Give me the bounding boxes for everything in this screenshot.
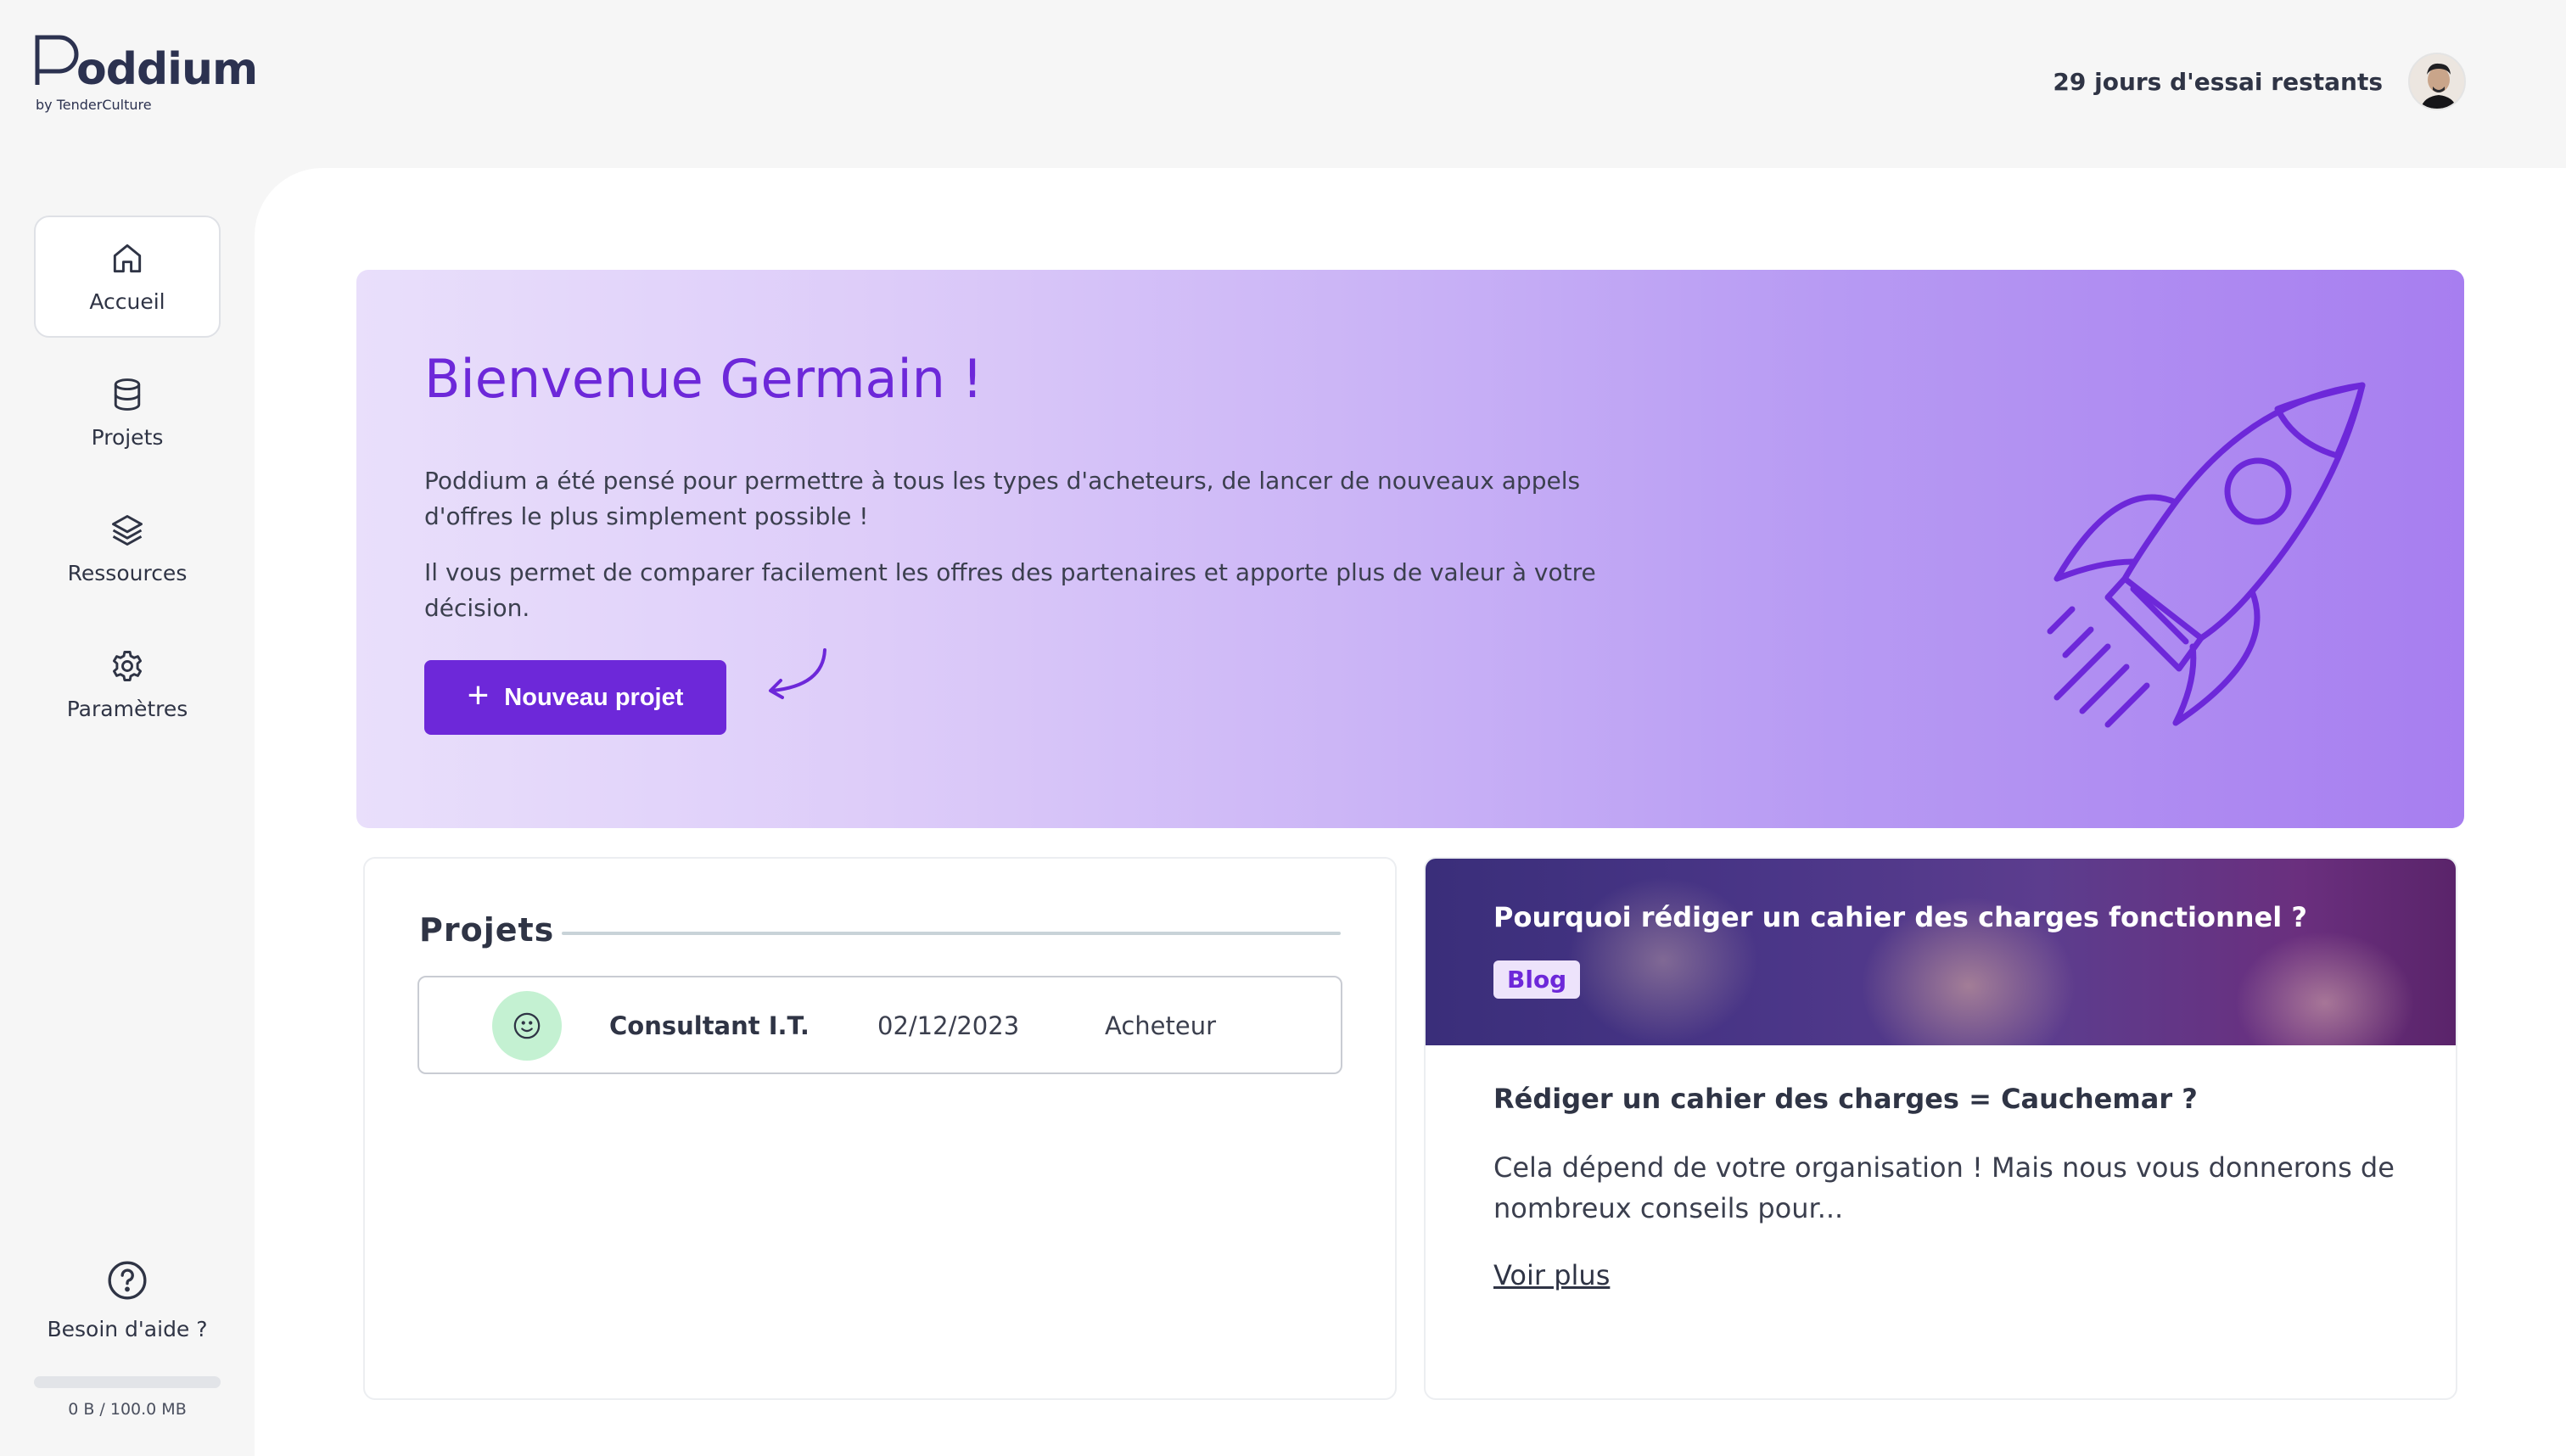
user-avatar[interactable] bbox=[2408, 53, 2466, 110]
sidebar-item-parametres[interactable]: Paramètres bbox=[34, 623, 221, 745]
smiley-icon bbox=[492, 991, 562, 1061]
logo-wordmark: oddium bbox=[76, 44, 258, 95]
plus-icon: + bbox=[467, 675, 490, 716]
gear-icon bbox=[112, 650, 143, 681]
blog-heading: Rédiger un cahier des charges = Cauchema… bbox=[1493, 1083, 2198, 1115]
projects-heading-divider bbox=[562, 932, 1341, 935]
project-date: 02/12/2023 bbox=[877, 1011, 1020, 1040]
blog-excerpt: Cela dépend de votre organisation ! Mais… bbox=[1493, 1151, 2395, 1224]
logo-p-mark bbox=[35, 35, 79, 85]
sidebar-item-label: Ressources bbox=[67, 560, 188, 585]
project-name: Consultant I.T. bbox=[609, 1011, 810, 1040]
welcome-paragraph-1: Poddium a été pensé pour permettre à tou… bbox=[424, 467, 1581, 530]
projects-heading: Projets bbox=[419, 911, 555, 949]
avatar-image bbox=[2410, 54, 2464, 109]
welcome-paragraph-2: Il vous permet de comparer facilement le… bbox=[424, 558, 1596, 622]
storage-usage-bar bbox=[34, 1376, 221, 1388]
projects-card: Projets Consultant I.T. 02/12/2023 Achet… bbox=[363, 857, 1397, 1400]
brand-logo[interactable]: oddium by TenderCulture bbox=[34, 32, 258, 117]
help-label: Besoin d'aide ? bbox=[47, 1317, 208, 1341]
trial-remaining-text: 29 jours d'essai restants bbox=[2053, 68, 2383, 96]
layers-icon bbox=[112, 514, 143, 546]
home-icon bbox=[113, 244, 142, 272]
welcome-banner: Bienvenue Germain ! Poddium a été pensé … bbox=[356, 270, 2464, 828]
blog-card: Pourquoi rédiger un cahier des charges f… bbox=[1424, 857, 2457, 1400]
logo-tagline: by TenderCulture bbox=[36, 97, 152, 113]
blog-header-image[interactable]: Pourquoi rédiger un cahier des charges f… bbox=[1426, 859, 2456, 1045]
main-content: Bienvenue Germain ! Poddium a été pensé … bbox=[255, 168, 2566, 1456]
curved-arrow-icon bbox=[769, 648, 826, 699]
sidebar-item-accueil[interactable]: Accueil bbox=[34, 216, 221, 338]
blog-badge: Blog bbox=[1493, 960, 1581, 999]
new-project-button-label: Nouveau projet bbox=[504, 683, 684, 711]
rocket-icon bbox=[2047, 382, 2366, 728]
sidebar-item-label: Projets bbox=[91, 424, 164, 450]
sidebar-item-ressources[interactable]: Ressources bbox=[34, 487, 221, 609]
welcome-title: Bienvenue Germain ! bbox=[424, 348, 983, 410]
sidebar-item-label: Accueil bbox=[89, 288, 165, 314]
see-more-link[interactable]: Voir plus bbox=[1493, 1259, 1610, 1291]
new-project-button[interactable]: + Nouveau projet bbox=[424, 660, 726, 735]
sidebar-item-label: Paramètres bbox=[66, 696, 188, 721]
help-link[interactable]: Besoin d'aide ? bbox=[34, 1259, 221, 1341]
sidebar-item-projets[interactable]: Projets bbox=[34, 351, 221, 473]
blog-image-title: Pourquoi rédiger un cahier des charges f… bbox=[1493, 901, 2307, 933]
table-row[interactable]: Consultant I.T. 02/12/2023 Acheteur bbox=[417, 976, 1342, 1074]
project-role: Acheteur bbox=[1105, 1011, 1217, 1040]
help-circle-icon bbox=[108, 1261, 147, 1300]
database-icon bbox=[114, 378, 141, 411]
storage-usage-text: 0 B / 100.0 MB bbox=[68, 1400, 187, 1419]
